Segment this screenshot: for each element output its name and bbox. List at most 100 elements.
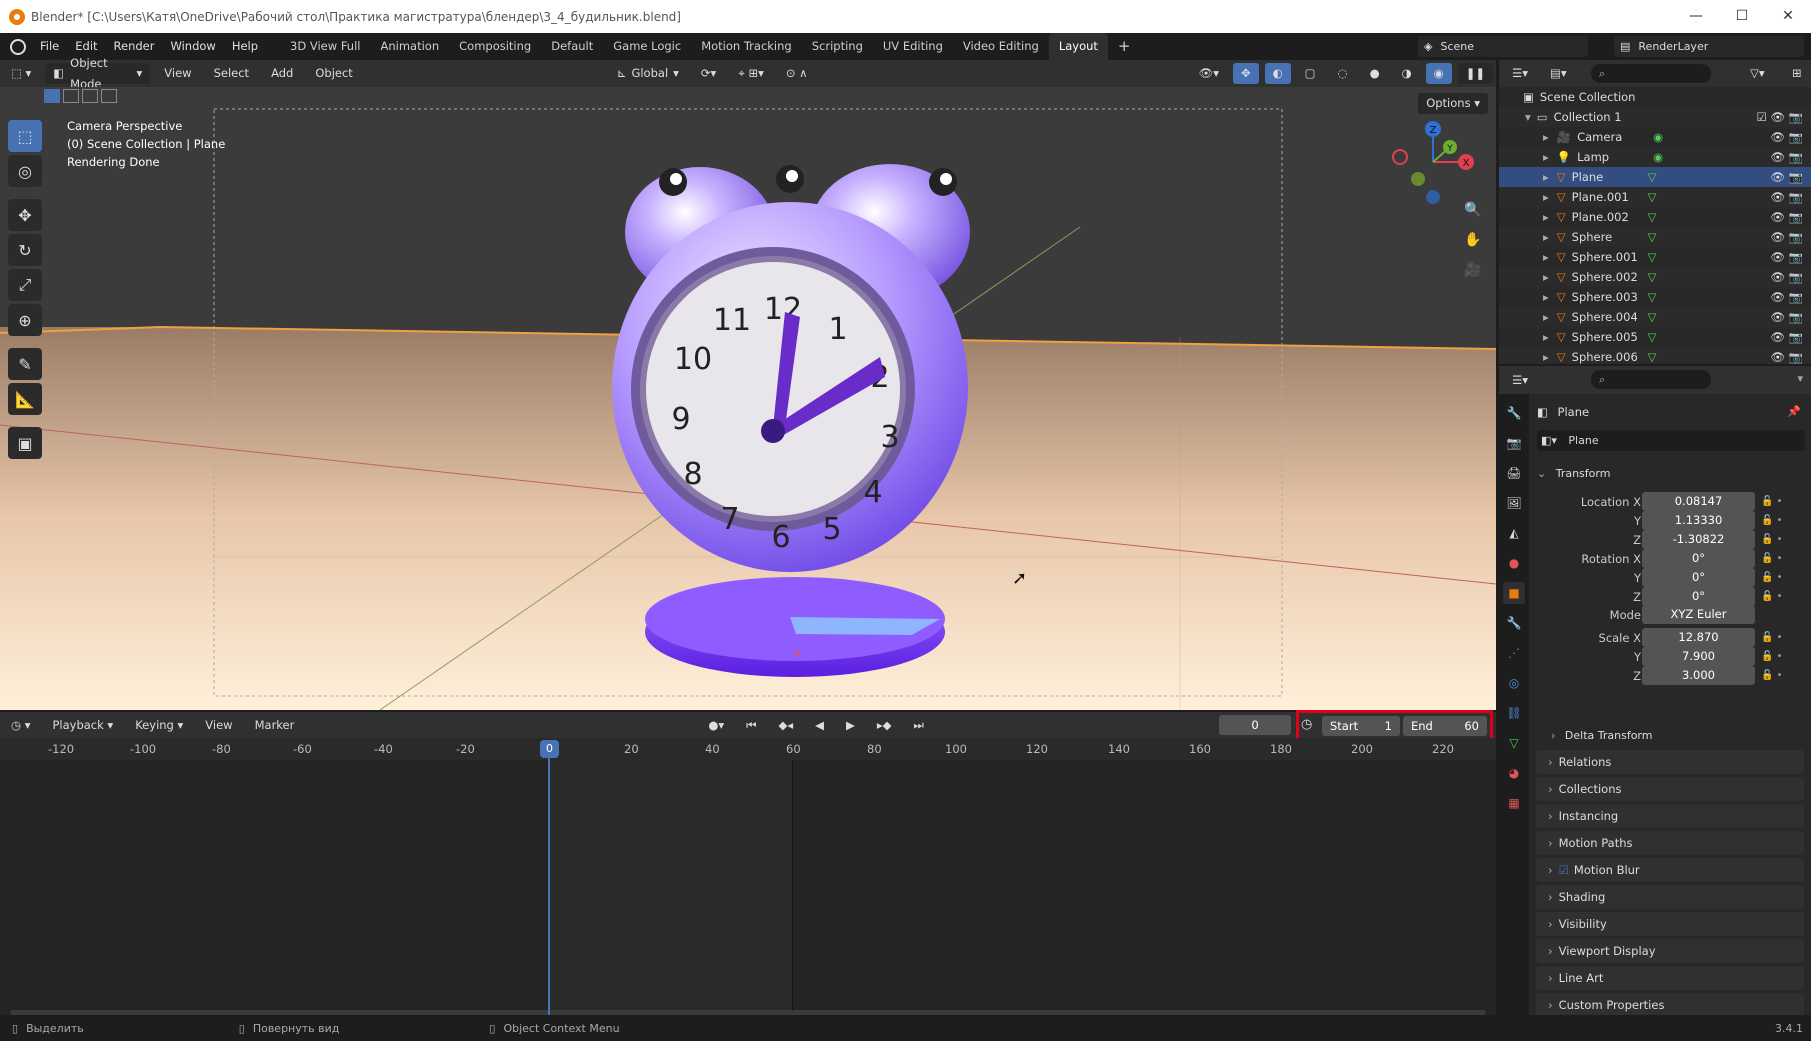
object-data-icon[interactable]: ▽	[1648, 347, 1657, 364]
panel-motion-blur[interactable]: › ☑ Motion Blur	[1536, 858, 1804, 882]
visibility-toggles[interactable]: 👁 📷	[1770, 267, 1803, 287]
timeline-editor-icon[interactable]: ◷ ▾	[3, 715, 38, 736]
outliner-item[interactable]: ▸ ▽ Sphere.003 ▽ 👁 📷	[1499, 287, 1811, 307]
expand-arrow-icon[interactable]: ▸	[1543, 147, 1549, 167]
playhead[interactable]: 0	[540, 740, 559, 758]
properties-editor-icon[interactable]: ☰▾	[1504, 370, 1536, 391]
shading-rendered-icon[interactable]: ◉	[1425, 63, 1452, 84]
panel-line-art[interactable]: › Line Art	[1536, 966, 1804, 990]
panel-collections[interactable]: › Collections	[1536, 777, 1804, 801]
collection-row[interactable]: ▾ ▭ Collection 1 ☑ 👁 📷	[1499, 107, 1811, 127]
menu-file[interactable]: File	[32, 33, 67, 60]
next-keyframe-icon[interactable]: ▸◆	[869, 715, 900, 736]
shading-wireframe-icon[interactable]: ◌	[1330, 63, 1356, 84]
panel-custom-properties[interactable]: › Custom Properties	[1536, 993, 1804, 1015]
motion-blur-checkbox[interactable]: ☑	[1559, 863, 1569, 877]
visibility-toggles[interactable]: 👁 📷	[1770, 127, 1803, 147]
outliner-item[interactable]: ▸ ▽ Plane.002 ▽ 👁 📷	[1499, 207, 1811, 227]
3d-viewport[interactable]: 12 1 2 3 4 5 6 7 8 9 10 11 ⬚ ◎ ✥ ↻ ⤢ ⊕ ✎…	[0, 87, 1496, 710]
pause-render-icon[interactable]: ❚❚	[1457, 63, 1493, 84]
object-data-icon[interactable]: ◉	[1653, 127, 1663, 147]
visibility-toggles[interactable]: 👁 📷	[1770, 207, 1803, 227]
menu-object[interactable]: Object	[307, 63, 360, 84]
lock-icon[interactable]: 🔓 •	[1761, 511, 1783, 531]
tab-game-logic[interactable]: Game Logic	[603, 33, 691, 60]
lock-icon[interactable]: 🔓 •	[1761, 568, 1783, 588]
snap-icon[interactable]: ⌖ ⊞▾	[730, 63, 772, 84]
close-button[interactable]: ✕	[1765, 0, 1811, 33]
play-reverse-icon[interactable]: ◀	[807, 715, 832, 736]
shading-solid-icon[interactable]: ●	[1362, 63, 1388, 84]
panel-visibility[interactable]: › Visibility	[1536, 912, 1804, 936]
select-new-icon[interactable]	[44, 89, 60, 103]
menu-help[interactable]: Help	[224, 33, 266, 60]
timeline-area[interactable]	[0, 760, 1496, 1015]
use-preview-range-icon[interactable]: ◷	[1301, 717, 1312, 732]
expand-arrow-icon[interactable]: ▸	[1543, 287, 1549, 307]
expand-arrow-icon[interactable]: ▸	[1543, 307, 1549, 327]
menu-select[interactable]: Select	[206, 63, 257, 84]
display-mode-icon[interactable]: ▤▾	[1542, 63, 1575, 84]
zoom-icon[interactable]: 🔍	[1460, 197, 1486, 223]
filter-icon[interactable]: ▽▾	[1742, 63, 1773, 84]
modifier-tab-icon[interactable]: 🔧	[1503, 612, 1525, 634]
property-value-field[interactable]: 1.13330	[1642, 511, 1755, 530]
add-cube-icon[interactable]: ▣	[8, 427, 42, 459]
measure-icon[interactable]: 📐	[8, 383, 42, 415]
maximize-button[interactable]: ☐	[1719, 0, 1765, 33]
property-value-field[interactable]: 0.08147	[1642, 492, 1755, 511]
select-box-icon[interactable]: ⬚	[8, 120, 42, 152]
rotate-icon[interactable]: ↻	[8, 234, 42, 266]
outliner-item[interactable]: ▸ ▽ Sphere.002 ▽ 👁 📷	[1499, 267, 1811, 287]
world-tab-icon[interactable]: ●	[1503, 552, 1525, 574]
object-data-icon[interactable]: ▽	[1648, 227, 1657, 247]
menu-keying[interactable]: Keying ▾	[127, 715, 191, 736]
visibility-toggles[interactable]: 👁 📷	[1770, 187, 1803, 207]
chevron-down-icon[interactable]: ▾	[1797, 372, 1803, 385]
property-value-field[interactable]: -1.30822	[1642, 530, 1755, 549]
expand-arrow-icon[interactable]: ▸	[1543, 247, 1549, 267]
expand-arrow-icon[interactable]: ▸	[1543, 267, 1549, 287]
menu-add[interactable]: Add	[263, 63, 301, 84]
tab-3d-view-full[interactable]: 3D View Full	[280, 33, 370, 60]
mode-dropdown[interactable]: ◧ Object Mode ▾	[45, 56, 151, 91]
render-tab-icon[interactable]: 📷	[1503, 432, 1525, 454]
move-icon[interactable]: ✥	[8, 199, 42, 231]
proportional-edit-icon[interactable]: ⊙ ∧	[778, 63, 816, 84]
select-intersect-icon[interactable]	[101, 89, 117, 103]
visibility-icon[interactable]: 👁▾	[1191, 63, 1227, 84]
panel-instancing[interactable]: › Instancing	[1536, 804, 1804, 828]
pivot-icon[interactable]: ⟳▾	[693, 63, 724, 84]
scene-collection-row[interactable]: ▣ Scene Collection	[1499, 87, 1811, 107]
property-value-field[interactable]: 3.000	[1642, 666, 1755, 685]
visibility-toggles[interactable]: 👁 📷	[1770, 347, 1803, 364]
property-value-field[interactable]: 0°	[1642, 549, 1755, 568]
timeline-ruler[interactable]: -120 -100 -80 -60 -40 -20 20 40 60 80 10…	[0, 738, 1496, 760]
blender-menu-icon[interactable]	[10, 38, 26, 55]
collection-toggles[interactable]: ☑ 👁 📷	[1756, 107, 1803, 127]
expand-arrow-icon[interactable]: ▸	[1543, 127, 1549, 147]
menu-view[interactable]: View	[156, 63, 199, 84]
outliner-item[interactable]: ▸ ▽ Sphere ▽ 👁 📷	[1499, 227, 1811, 247]
object-data-icon[interactable]: ▽	[1648, 247, 1657, 267]
jump-start-icon[interactable]: ⏮	[738, 715, 764, 736]
object-data-icon[interactable]: ▽	[1648, 207, 1657, 227]
data-tab-icon[interactable]: ▽	[1503, 732, 1525, 754]
lock-icon[interactable]: 🔓 •	[1761, 492, 1783, 512]
menu-timeline-view[interactable]: View	[197, 715, 240, 736]
lock-icon[interactable]: 🔓 •	[1761, 530, 1783, 550]
expand-arrow-icon[interactable]: ▸	[1543, 207, 1549, 227]
transform-orientation-dropdown[interactable]: ⊾ Global ▾	[609, 63, 687, 84]
end-frame-field[interactable]: End 60	[1403, 716, 1487, 736]
object-data-icon[interactable]: ◉	[1653, 147, 1663, 167]
visibility-toggles[interactable]: 👁 📷	[1770, 307, 1803, 327]
annotate-icon[interactable]: ✎	[8, 348, 42, 380]
add-workspace-button[interactable]: +	[1108, 33, 1141, 60]
outliner-item[interactable]: ▸ ▽ Sphere.001 ▽ 👁 📷	[1499, 247, 1811, 267]
tab-animation[interactable]: Animation	[370, 33, 449, 60]
lock-icon[interactable]: 🔓 •	[1761, 628, 1783, 648]
outliner-item[interactable]: ▸ 💡 Lamp ◉ 👁 📷	[1499, 147, 1811, 167]
transform-panel-header[interactable]: ⌄ Transform	[1537, 462, 1805, 486]
pin-icon[interactable]: 📌	[1787, 405, 1801, 418]
view-layer-selector[interactable]: ▤ RenderLayer	[1614, 36, 1804, 57]
